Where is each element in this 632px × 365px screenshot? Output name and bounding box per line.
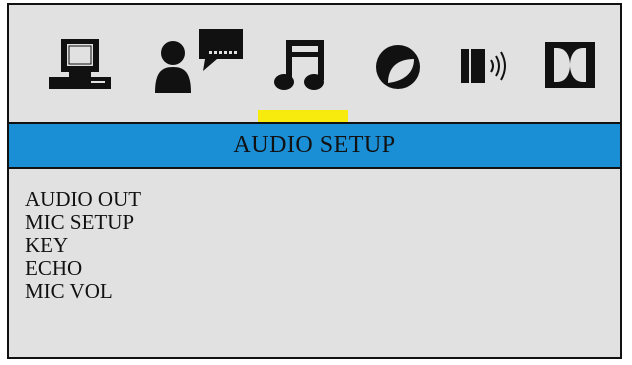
menu-item-key[interactable]: KEY [25,234,141,257]
video-icon[interactable] [374,41,426,93]
dolby-icon[interactable] [543,40,601,92]
menu-item-echo[interactable]: ECHO [25,257,141,280]
menu-item-mic-vol[interactable]: MIC VOL [25,280,141,303]
setup-icon-bar [9,5,620,111]
menu-item-audio-out[interactable]: AUDIO OUT [25,188,141,211]
selected-tab-indicator [258,110,348,122]
audio-setup-menu: AUDIO OUT MIC SETUP KEY ECHO MIC VOL [25,188,141,303]
monitor-icon[interactable] [49,37,117,95]
music-note-icon[interactable] [272,38,330,94]
page-title: AUDIO SETUP [233,132,396,158]
speaker-person-icon[interactable] [151,27,247,97]
menu-item-mic-setup[interactable]: MIC SETUP [25,211,141,234]
volume-icon[interactable] [459,43,515,89]
osd-panel: AUDIO SETUP AUDIO OUT MIC SETUP KEY ECHO… [7,3,622,359]
title-bar: AUDIO SETUP [9,122,620,169]
